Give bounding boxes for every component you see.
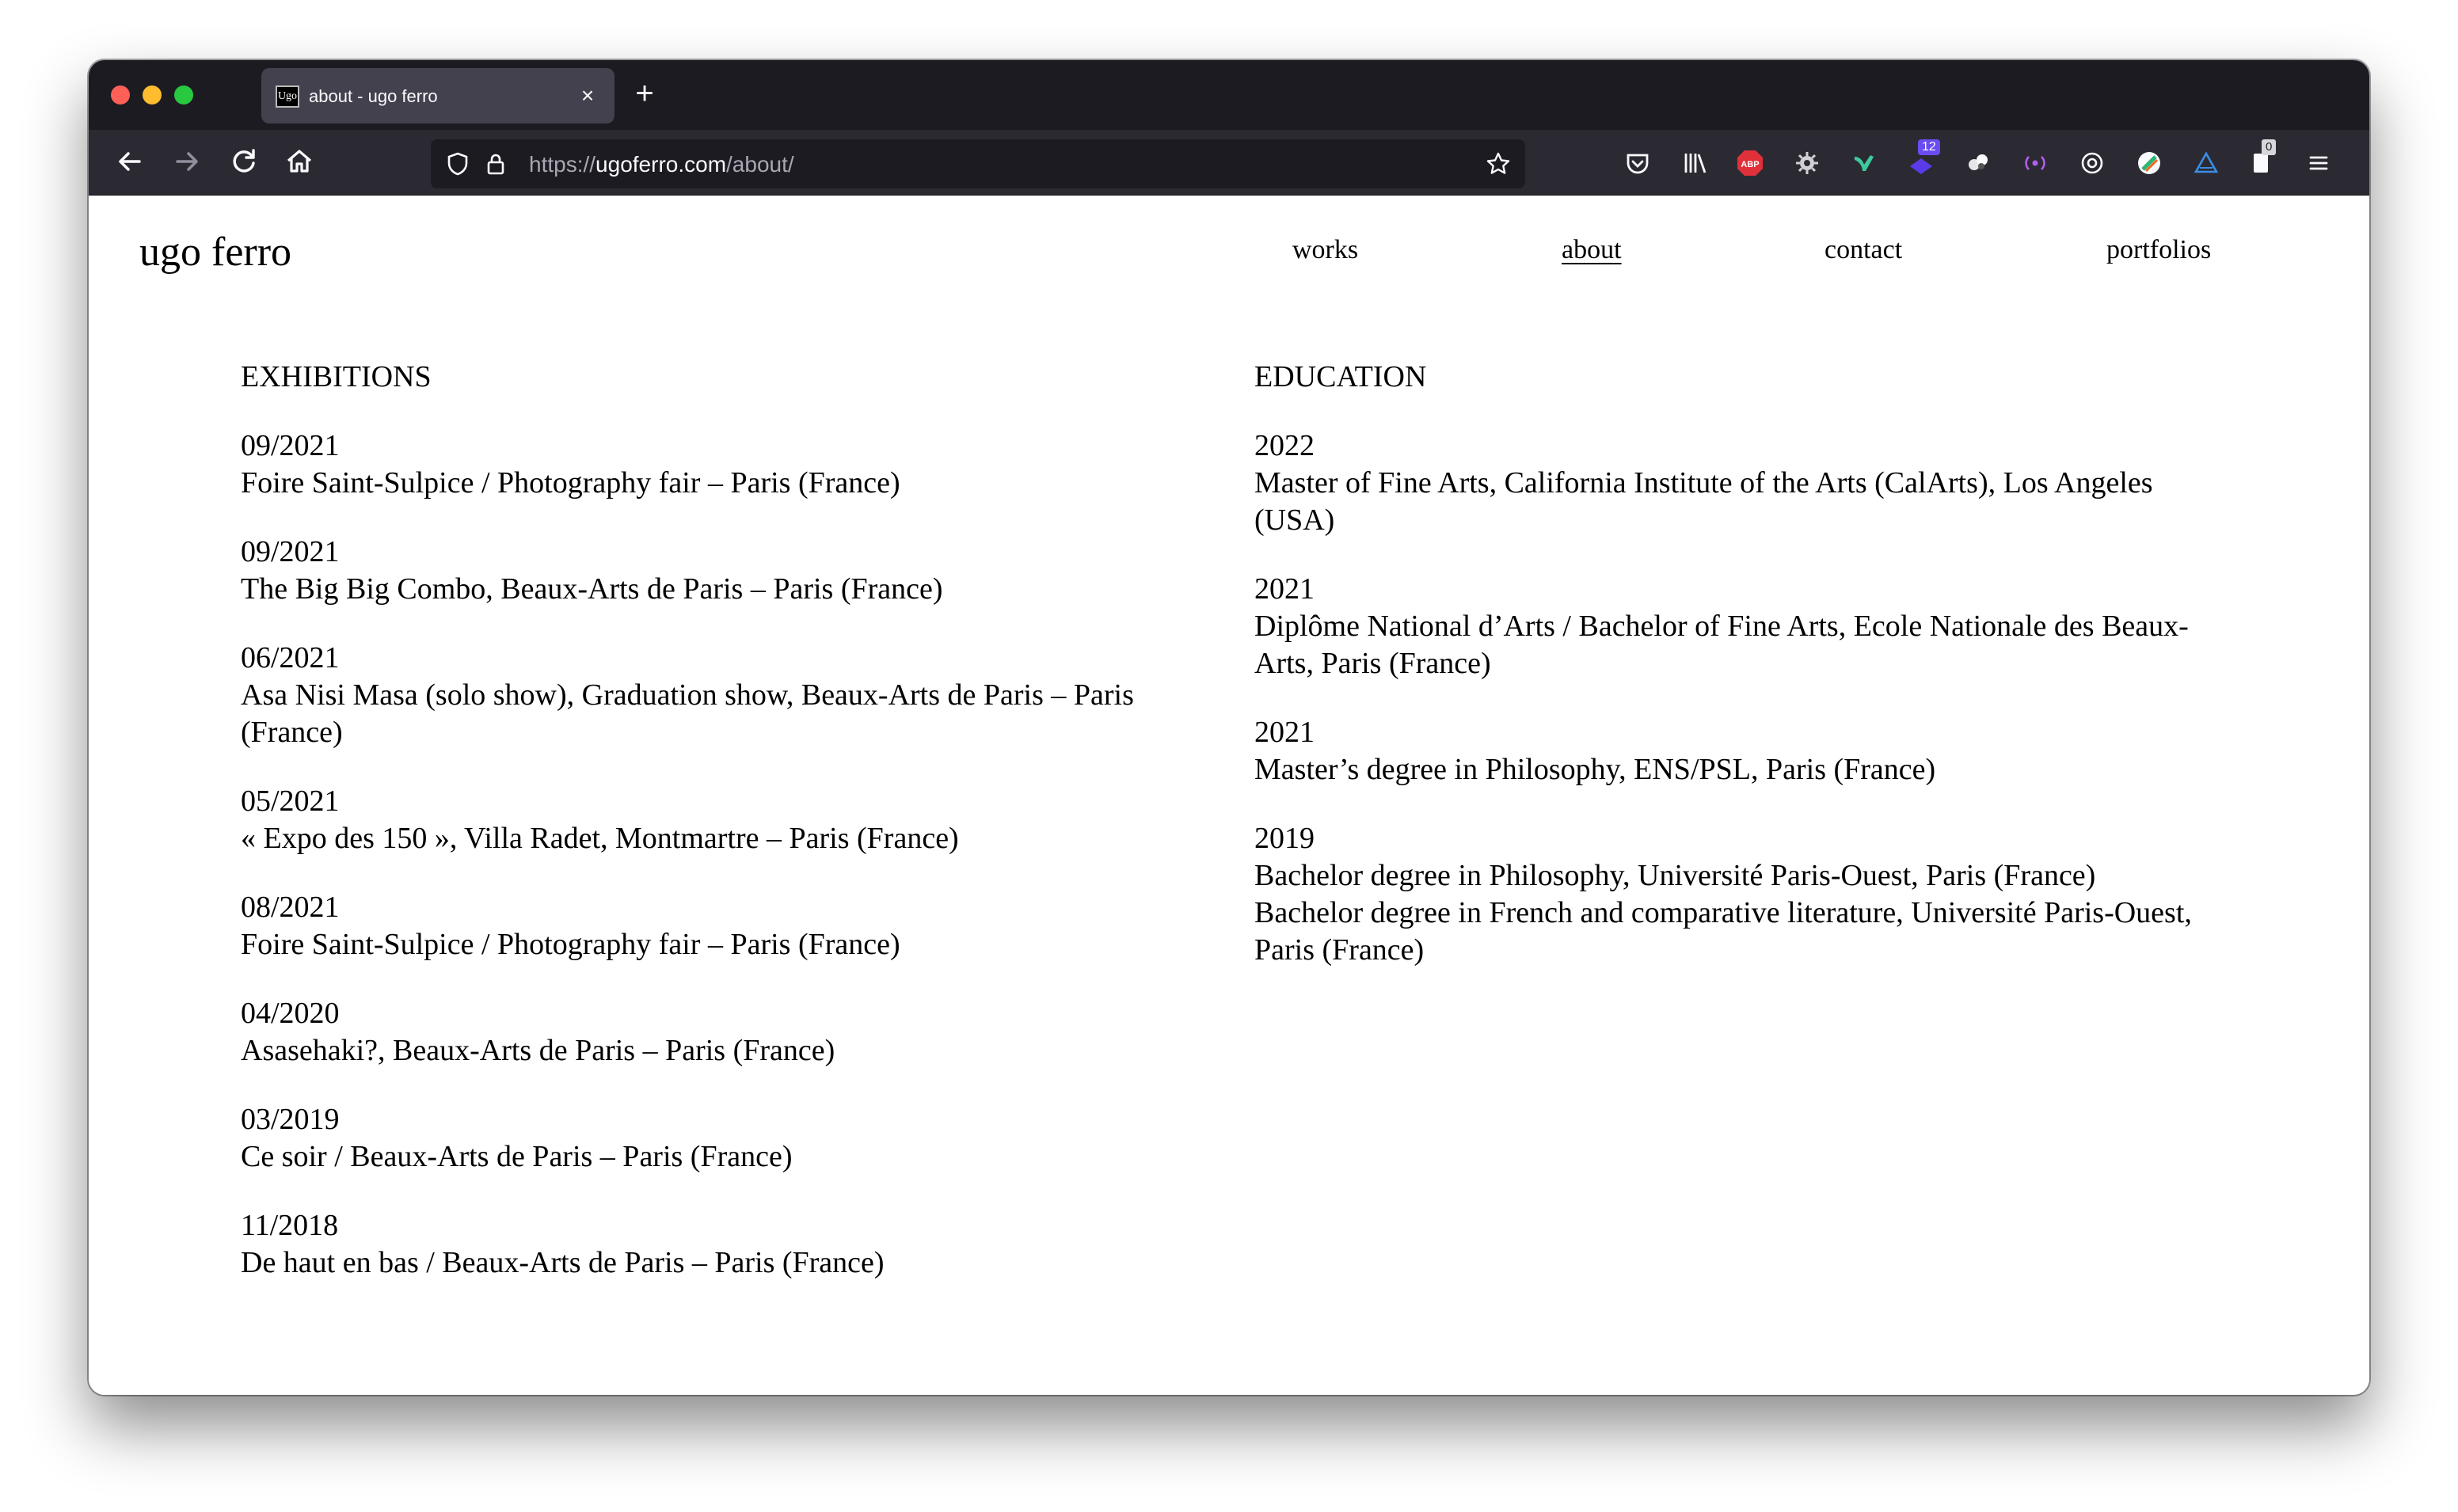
exhibition-date: 05/2021 <box>241 784 340 818</box>
url-domain: ugoferro.com <box>595 152 727 177</box>
extensions-toolbar: ABP 12 0 <box>1623 138 2352 187</box>
exhibition-item: 11/2018 De haut en bas / Beaux-Arts de P… <box>241 1207 1223 1282</box>
adblock-plus-icon[interactable]: ABP <box>1736 149 1764 177</box>
ghost-extension-icon[interactable] <box>1964 149 1992 177</box>
exhibition-date: 06/2021 <box>241 641 340 674</box>
reload-icon <box>233 149 255 173</box>
education-item: 2021 Diplôme National d’Arts / Bachelor … <box>1254 571 2236 682</box>
exhibition-date: 11/2018 <box>241 1209 339 1242</box>
url-text[interactable]: https://ugoferro.com/about/ <box>529 152 794 177</box>
exhibition-item: 04/2020 Asasehaki?, Beaux-Arts de Paris … <box>241 995 1223 1069</box>
nav-link-works[interactable]: works <box>1292 232 1358 268</box>
forward-arrow-icon <box>176 152 198 171</box>
education-item: 2019 Bachelor degree in Philosophy, Univ… <box>1254 820 2236 969</box>
forward-button[interactable] <box>168 142 206 180</box>
tracking-protection-shield-icon[interactable] <box>445 151 470 177</box>
exhibition-item: 05/2021 « Expo des 150 », Villa Radet, M… <box>241 783 1223 857</box>
triangle-extension-icon[interactable] <box>2192 149 2220 177</box>
tab-title: about - ugo ferro <box>309 86 438 106</box>
site-favicon-icon: Ugo <box>276 85 299 108</box>
education-description: Bachelor degree in Philosophy, Universit… <box>1254 859 2096 892</box>
reload-button[interactable] <box>225 142 263 180</box>
menu-icon[interactable] <box>2304 149 2333 177</box>
home-button[interactable] <box>280 142 318 180</box>
clipboard-extension-icon[interactable]: 0 <box>2247 139 2277 177</box>
lock-icon[interactable] <box>483 151 508 177</box>
education-description: Master of Fine Arts, California Institut… <box>1254 466 2153 537</box>
exhibition-description: Foire Saint-Sulpice / Photography fair –… <box>241 928 900 961</box>
site-title[interactable]: ugo ferro <box>139 227 291 278</box>
radio-extension-icon[interactable] <box>2021 149 2049 177</box>
education-section: EDUCATION 2022 Master of Fine Arts, Cali… <box>1254 359 2236 1001</box>
exhibition-item: 03/2019 Ce soir / Beaux-Arts de Paris – … <box>241 1101 1223 1176</box>
navigation-toolbar: https://ugoferro.com/about/ ABP 12 0 <box>89 130 2369 196</box>
exhibition-description: Foire Saint-Sulpice / Photography fair –… <box>241 466 900 500</box>
web-page: ugo ferro works about contact portfolios… <box>89 196 2369 1395</box>
url-scheme: https:// <box>529 152 596 177</box>
back-arrow-icon <box>119 152 141 171</box>
exhibition-item: 08/2021 Foire Saint-Sulpice / Photograph… <box>241 889 1223 963</box>
url-path: /about/ <box>726 152 794 177</box>
browser-window: Ugo about - ugo ferro × + https://ugofer… <box>89 60 2369 1395</box>
exhibition-date: 08/2021 <box>241 891 340 924</box>
nav-link-contact[interactable]: contact <box>1824 232 1902 268</box>
education-heading: EDUCATION <box>1254 360 1427 393</box>
target-extension-icon[interactable] <box>2078 149 2106 177</box>
bird-extension-icon[interactable] <box>1850 149 1878 177</box>
tab-about[interactable]: Ugo about - ugo ferro × <box>261 68 614 123</box>
exhibition-description: The Big Big Combo, Beaux-Arts de Paris –… <box>241 572 943 606</box>
abp-label: ABP <box>1741 160 1759 169</box>
exhibition-date: 09/2021 <box>241 429 340 462</box>
education-description: Diplôme National d’Arts / Bachelor of Fi… <box>1254 610 2189 680</box>
tab-bar: Ugo about - ugo ferro × + <box>89 60 2369 130</box>
exhibitions-heading: EXHIBITIONS <box>241 360 432 393</box>
exhibition-item: 09/2021 The Big Big Combo, Beaux-Arts de… <box>241 534 1223 608</box>
exhibition-date: 09/2021 <box>241 535 340 568</box>
close-tab-icon[interactable]: × <box>575 84 600 109</box>
clipboard-extension-badge: 0 <box>2262 139 2277 155</box>
bookmark-star-icon[interactable] <box>1486 151 1511 177</box>
exhibition-item: 06/2021 Asa Nisi Masa (solo show), Gradu… <box>241 640 1223 751</box>
exhibition-description: Ce soir / Beaux-Arts de Paris – Paris (F… <box>241 1140 793 1173</box>
pocket-icon[interactable] <box>1623 149 1652 177</box>
nav-link-about[interactable]: about <box>1562 232 1622 268</box>
education-item: 2021 Master’s degree in Philosophy, ENS/… <box>1254 714 2236 788</box>
purple-extension-icon[interactable]: 12 <box>1907 139 1940 177</box>
exhibition-item: 09/2021 Foire Saint-Sulpice / Photograph… <box>241 427 1223 502</box>
education-year: 2019 <box>1254 822 1315 855</box>
zoom-window-button[interactable] <box>174 85 193 104</box>
exhibition-description: « Expo des 150 », Villa Radet, Montmartr… <box>241 822 959 855</box>
url-bar[interactable]: https://ugoferro.com/about/ <box>431 139 1525 188</box>
close-window-button[interactable] <box>111 85 130 104</box>
exhibition-date: 03/2019 <box>241 1103 340 1136</box>
exhibition-description: Asasehaki?, Beaux-Arts de Paris – Paris … <box>241 1034 835 1067</box>
exhibition-description: De haut en bas / Beaux-Arts de Paris – P… <box>241 1246 885 1279</box>
home-icon <box>287 150 312 173</box>
education-description: Master’s degree in Philosophy, ENS/PSL, … <box>1254 753 1936 786</box>
education-year: 2021 <box>1254 716 1315 749</box>
minimize-window-button[interactable] <box>143 85 162 104</box>
exhibitions-section: EXHIBITIONS 09/2021 Foire Saint-Sulpice … <box>241 359 1223 1313</box>
education-year: 2022 <box>1254 429 1315 462</box>
education-year: 2021 <box>1254 572 1315 606</box>
back-button[interactable] <box>111 142 149 180</box>
purple-extension-badge: 12 <box>1918 139 1940 155</box>
education-item: 2022 Master of Fine Arts, California Ins… <box>1254 427 2236 539</box>
new-tab-button[interactable]: + <box>627 78 662 112</box>
color-extension-icon[interactable] <box>2135 149 2163 177</box>
gear-extension-icon[interactable] <box>1793 149 1821 177</box>
nav-link-portfolios[interactable]: portfolios <box>2106 232 2211 268</box>
exhibition-description: Asa Nisi Masa (solo show), Graduation sh… <box>241 678 1134 749</box>
education-description: Bachelor degree in French and comparativ… <box>1254 896 2192 967</box>
library-icon[interactable] <box>1680 149 1709 177</box>
exhibition-date: 04/2020 <box>241 997 340 1030</box>
